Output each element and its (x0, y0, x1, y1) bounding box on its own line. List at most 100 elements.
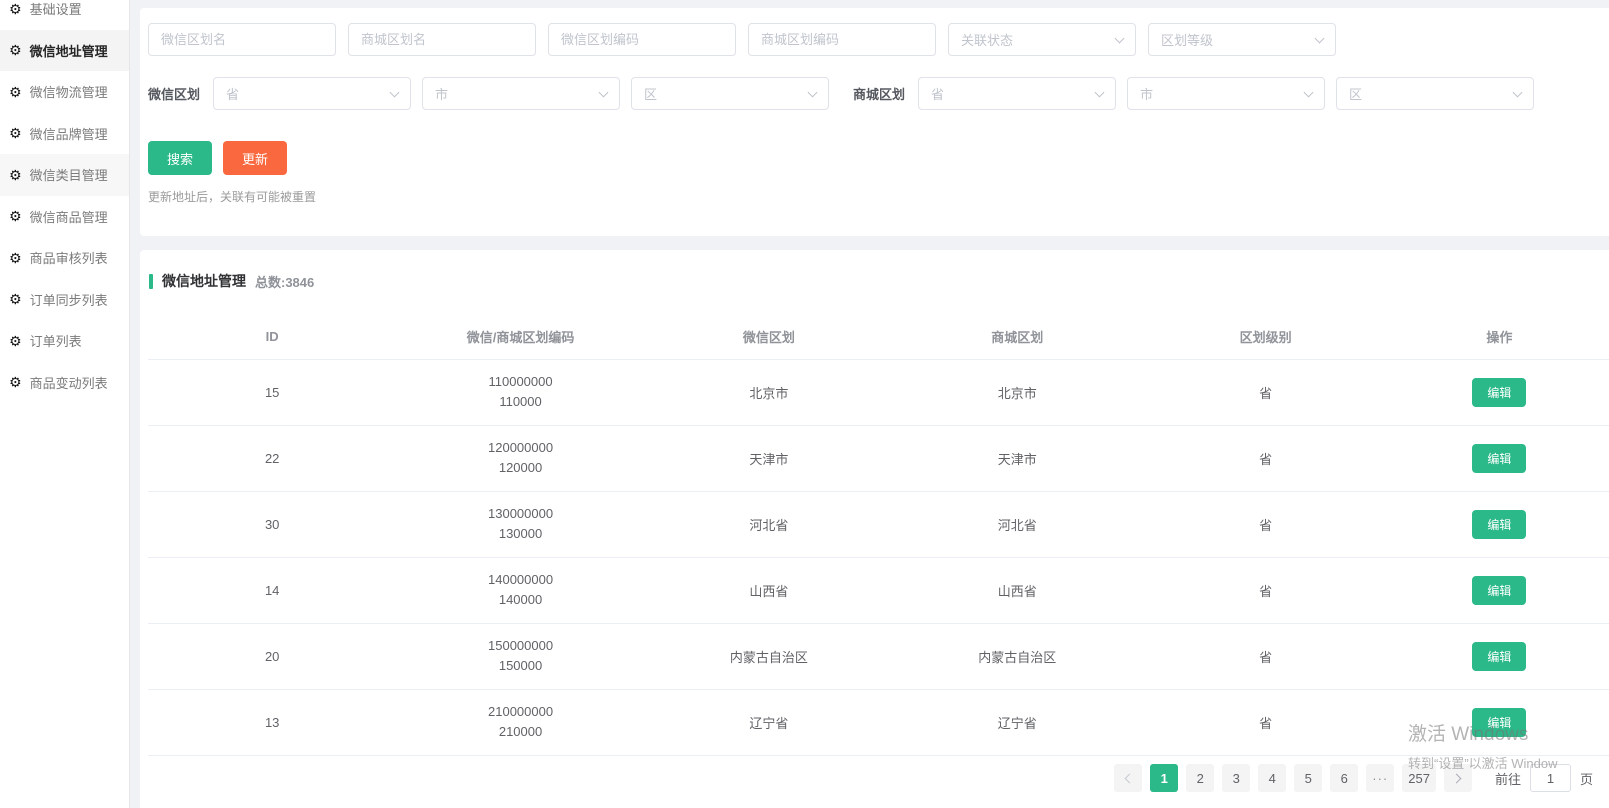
cell-wx-region: 河北省 (645, 491, 893, 557)
wx-region-name-input[interactable] (148, 23, 336, 56)
edit-button[interactable]: 编辑 (1472, 576, 1526, 605)
cell-level: 省 (1141, 689, 1389, 755)
region-level-select[interactable]: 区划等级 (1148, 23, 1336, 56)
sidebar-item[interactable]: ⚙ 订单同步列表 (0, 279, 129, 321)
mall-district-select[interactable]: 区 (1336, 77, 1534, 110)
col-id: ID (148, 315, 396, 359)
wx-code-value: 110000000 (396, 372, 644, 392)
page-number-button[interactable]: 1 (1150, 764, 1178, 792)
wx-region-code-input[interactable] (548, 23, 736, 56)
page-number-label: 2 (1197, 771, 1204, 786)
sidebar-item[interactable]: ⚙ 商品变动列表 (0, 362, 129, 404)
more-pages-button[interactable]: ··· (1366, 764, 1394, 792)
page-number-list: 1 2 3 4 5 6 (1150, 764, 1358, 792)
sidebar-item[interactable]: ⚙ 基础设置 (0, 0, 129, 30)
wx-city-placeholder: 市 (435, 84, 448, 103)
edit-button[interactable]: 编辑 (1472, 444, 1526, 473)
page-number-button[interactable]: 4 (1258, 764, 1286, 792)
cell-mall-region: 天津市 (893, 425, 1141, 491)
cell-actions: 编辑 (1390, 623, 1609, 689)
cell-codes: 210000000 210000 (396, 689, 644, 755)
wx-code-value: 130000000 (396, 504, 644, 524)
table-body: 15 110000000 110000 北京市 北京市 省 编辑 22 1200… (148, 359, 1609, 755)
chevron-down-icon (1304, 88, 1314, 98)
page-number-button[interactable]: 5 (1294, 764, 1322, 792)
col-level: 区划级别 (1141, 315, 1389, 359)
chevron-down-icon (1315, 34, 1325, 44)
wx-district-placeholder: 区 (644, 84, 657, 103)
mall-region-code-input[interactable] (748, 23, 936, 56)
edit-button[interactable]: 编辑 (1472, 642, 1526, 671)
cell-mall-region: 山西省 (893, 557, 1141, 623)
gear-icon: ⚙ (9, 209, 22, 223)
table-row: 15 110000000 110000 北京市 北京市 省 编辑 (148, 359, 1609, 425)
next-page-button[interactable] (1444, 764, 1472, 792)
cell-level: 省 (1141, 557, 1389, 623)
cell-id: 13 (148, 689, 396, 755)
cell-level: 省 (1141, 359, 1389, 425)
page-number-button[interactable]: 3 (1222, 764, 1250, 792)
page-number-button[interactable]: 2 (1186, 764, 1214, 792)
sidebar-item[interactable]: ⚙ 商品审核列表 (0, 237, 129, 279)
chevron-down-icon (1115, 34, 1125, 44)
sidebar-item-label: 微信地址管理 (30, 41, 108, 60)
cell-codes: 150000000 150000 (396, 623, 644, 689)
sidebar-item[interactable]: ⚙ 订单列表 (0, 320, 129, 362)
sidebar-item[interactable]: ⚙ 微信品牌管理 (0, 113, 129, 155)
sidebar-item[interactable]: ⚙ 微信物流管理 (0, 71, 129, 113)
page-number-label: 5 (1305, 771, 1312, 786)
mall-region-name-input[interactable] (348, 23, 536, 56)
cell-actions: 编辑 (1390, 491, 1609, 557)
wx-city-select[interactable]: 市 (422, 77, 620, 110)
gear-icon: ⚙ (9, 251, 22, 265)
page-number-label: 3 (1233, 771, 1240, 786)
mall-province-select[interactable]: 省 (918, 77, 1116, 110)
cell-codes: 140000000 140000 (396, 557, 644, 623)
last-page-button[interactable]: 257 (1402, 764, 1436, 792)
jump-page-input[interactable] (1530, 764, 1571, 792)
mall-city-select[interactable]: 市 (1127, 77, 1325, 110)
sidebar-item-label: 微信品牌管理 (30, 124, 108, 143)
page-title: 微信地址管理 (162, 271, 246, 291)
link-status-select[interactable]: 关联状态 (948, 23, 1136, 56)
edit-button[interactable]: 编辑 (1472, 708, 1526, 737)
chevron-left-icon (1124, 773, 1134, 783)
update-button[interactable]: 更新 (223, 141, 287, 175)
edit-button[interactable]: 编辑 (1472, 510, 1526, 539)
gear-icon: ⚙ (9, 334, 22, 348)
sidebar-item[interactable]: ⚙ 微信地址管理 (0, 30, 129, 72)
sidebar-item[interactable]: ⚙ 微信商品管理 (0, 196, 129, 238)
edit-button[interactable]: 编辑 (1472, 378, 1526, 407)
sidebar-item[interactable]: ⚙ 微信类目管理 (0, 154, 129, 196)
table-row: 22 120000000 120000 天津市 天津市 省 编辑 (148, 425, 1609, 491)
sidebar-item-label: 微信物流管理 (30, 82, 108, 101)
table-header-row: ID 微信/商城区划编码 微信区划 商城区划 区划级别 操作 (148, 315, 1609, 359)
section-header: 微信地址管理 总数:3846 (140, 250, 1609, 291)
search-button[interactable]: 搜索 (148, 141, 212, 175)
col-codes: 微信/商城区划编码 (396, 315, 644, 359)
jump-suffix-label: 页 (1580, 769, 1593, 788)
cell-actions: 编辑 (1390, 359, 1609, 425)
gear-icon: ⚙ (9, 168, 22, 182)
sidebar-item-label: 微信商品管理 (30, 207, 108, 226)
gear-icon: ⚙ (9, 126, 22, 140)
cell-mall-region: 北京市 (893, 359, 1141, 425)
cell-mall-region: 河北省 (893, 491, 1141, 557)
cell-codes: 130000000 130000 (396, 491, 644, 557)
cell-wx-region: 山西省 (645, 557, 893, 623)
chevron-down-icon (599, 88, 609, 98)
prev-page-button[interactable] (1114, 764, 1142, 792)
section-accent-bar (149, 274, 153, 289)
cell-codes: 120000000 120000 (396, 425, 644, 491)
chevron-down-icon (1513, 88, 1523, 98)
page-jumper: 前往 页 (1495, 764, 1593, 792)
cell-wx-region: 内蒙古自治区 (645, 623, 893, 689)
gear-icon: ⚙ (9, 43, 22, 57)
mall-code-value: 120000 (396, 458, 644, 478)
wx-code-value: 150000000 (396, 636, 644, 656)
wx-province-select[interactable]: 省 (213, 77, 411, 110)
page-number-button[interactable]: 6 (1330, 764, 1358, 792)
wx-district-select[interactable]: 区 (631, 77, 829, 110)
sidebar-item-label: 商品审核列表 (30, 248, 108, 267)
filter-panel: 关联状态 区划等级 微信区划 省 市 区 商城区划 省 市 (140, 8, 1609, 236)
